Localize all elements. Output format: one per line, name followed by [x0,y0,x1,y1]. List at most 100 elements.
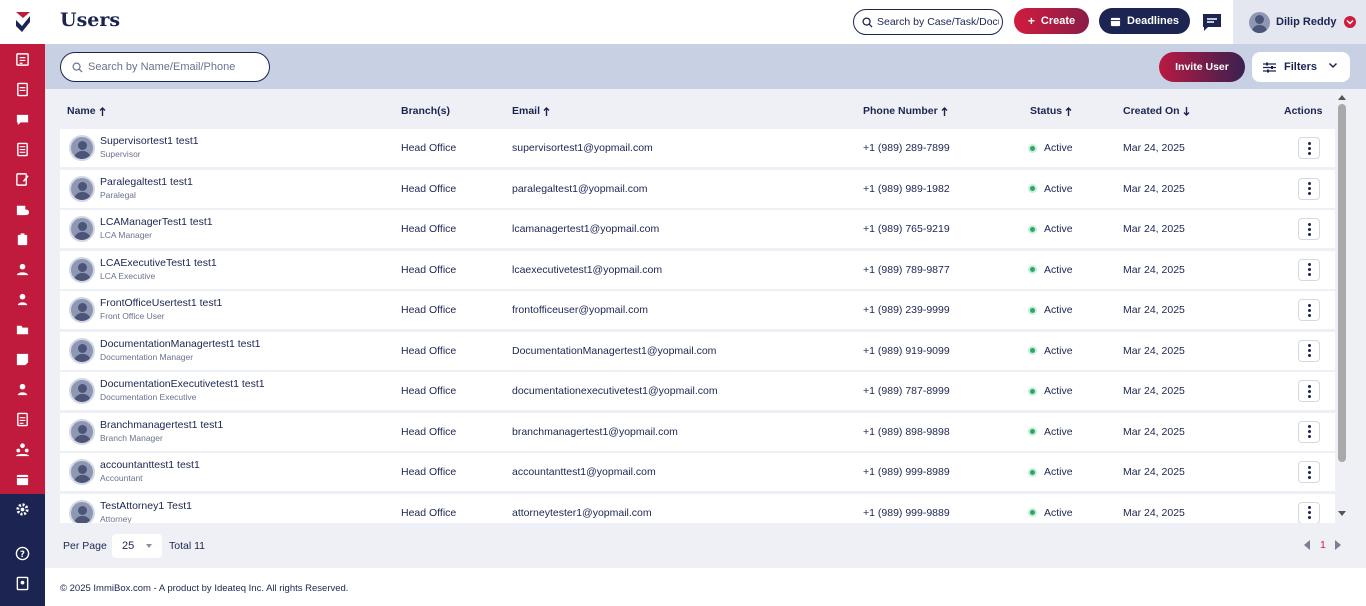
users-table: Name Branch(s) Email Phone Number Status… [45,89,1366,526]
status-badge: Active [1030,264,1073,276]
previous-page-icon[interactable] [1304,540,1310,550]
chevron-down-icon[interactable] [1344,16,1356,28]
user-created-on: Mar 24, 2025 [1123,182,1185,195]
sidebar-item-client[interactable] [0,254,45,284]
user-full-name[interactable]: DocumentationExecutivetest1 test1 [100,378,265,390]
user-full-name[interactable]: accountanttest1 test1 [100,459,200,471]
table-row[interactable]: Supervisortest1 test1 Supervisor Head Offi… [60,129,1335,167]
user-email: lcaexecutivetest1@yopmail.com [512,263,663,276]
row-actions-button[interactable] [1298,420,1320,443]
table-row[interactable]: DocumentationManagertest1 test1 Documenta… [60,331,1335,370]
user-full-name[interactable]: FrontOfficeUsertest1 test1 [100,297,222,309]
sidebar-item-calendar[interactable] [0,464,45,494]
sidebar-item-help[interactable]: ? [0,538,45,568]
kebab-menu-icon [1307,344,1311,347]
sidebar-item-folders[interactable] [0,314,45,344]
app-logo[interactable] [0,0,45,44]
create-button[interactable]: + Create [1014,8,1089,34]
reports-icon [17,412,28,426]
invite-user-button[interactable]: Invite User [1159,52,1245,82]
sidebar-item-reports[interactable] [0,404,45,434]
deadlines-button[interactable]: Deadlines [1099,8,1190,34]
user-full-name[interactable]: LCAManagerTest1 test1 [100,216,213,228]
row-actions-button[interactable] [1298,177,1320,200]
user-full-name[interactable]: DocumentationManagertest1 test1 [100,338,261,350]
tasks-icon [17,82,28,96]
global-search[interactable] [853,9,1003,35]
sidebar-item-documents[interactable] [0,134,45,164]
scroll-up-icon[interactable] [1338,95,1346,100]
user-branch: Head Office [401,506,457,519]
column-header-status[interactable]: Status [1030,105,1072,117]
sidebar-item-messages[interactable] [0,104,45,134]
column-header-name[interactable]: Name [67,105,106,117]
status-badge: Active [1030,507,1073,519]
avatar [69,216,95,242]
row-actions-button[interactable] [1298,501,1320,523]
sort-down-icon [1183,106,1190,116]
column-header-created[interactable]: Created On [1123,105,1190,117]
row-actions-button[interactable] [1298,299,1320,321]
user-full-name[interactable]: Paralegaltest1 test1 [100,176,193,188]
row-actions-button[interactable] [1298,137,1320,159]
sidebar-item-forms[interactable] [0,164,45,194]
user-created-on: Mar 24, 2025 [1123,263,1185,276]
user-full-name[interactable]: TestAttorney1 Test1 [100,500,192,512]
user-full-name[interactable]: Branchmanagertest1 test1 [100,419,223,431]
filters-button[interactable]: Filters [1252,52,1350,82]
clipboard-icon [17,232,28,245]
chat-button[interactable] [1201,11,1223,33]
sidebar-item-notes[interactable] [0,344,45,374]
user-menu[interactable]: Dilip Reddy [1233,0,1366,44]
sidebar-item-settings[interactable] [0,494,45,524]
global-search-input[interactable] [877,16,999,28]
sort-up-icon [99,106,106,116]
user-search[interactable] [60,52,270,82]
sidebar-item-clipboard[interactable] [0,224,45,254]
sidebar-item-tasks[interactable] [0,74,45,104]
row-actions-button[interactable] [1298,461,1320,483]
user-email: supervisortest1@yopmail.com [512,142,653,154]
table-row[interactable]: accountanttest1 test1 Accountant Head Offi… [60,453,1335,491]
table-row[interactable]: DocumentationExecutivetest1 test1 Documen… [60,372,1335,410]
avatar [69,499,95,523]
sidebar-item-users[interactable] [0,374,45,404]
column-header-phone[interactable]: Phone Number [863,105,948,117]
row-actions-button[interactable] [1298,258,1320,281]
table-row[interactable]: Paralegaltest1 test1 Paralegal Head Office… [60,169,1335,208]
user-full-name[interactable]: LCAExecutiveTest1 test1 [100,257,217,269]
user-full-name[interactable]: Supervisortest1 test1 [100,135,199,147]
user-role: Paralegal [100,189,136,200]
next-page-icon[interactable] [1335,540,1341,550]
scroll-thumb[interactable] [1338,104,1346,462]
user-branch: Head Office [401,304,457,316]
sort-up-icon [941,106,948,116]
table-scrollbar[interactable] [1336,89,1348,523]
user-email: accountanttest1@yopmail.com [512,466,656,478]
per-page-select[interactable]: 25 [112,534,162,558]
row-actions-button[interactable] [1298,339,1320,362]
sidebar-item-team[interactable] [0,434,45,464]
user-search-input[interactable] [88,61,258,73]
table-row[interactable]: FrontOfficeUsertest1 test1 Front Office U… [60,291,1335,329]
kebab-menu-icon [1307,222,1311,226]
sidebar-item-contacts[interactable] [0,284,45,314]
table-row[interactable]: TestAttorney1 Test1 Attorney Head Office at… [60,493,1335,523]
sidebar-item-guide[interactable] [0,568,45,598]
page-number-current[interactable]: 1 [1320,539,1326,551]
scroll-down-icon[interactable] [1338,511,1346,516]
column-header-email[interactable]: Email [512,105,550,117]
kebab-menu-icon [1307,263,1311,266]
row-actions-button[interactable] [1298,218,1320,240]
table-row[interactable]: Branchmanagertest1 test1 Branch Manager He… [60,412,1335,451]
table-row[interactable]: LCAExecutiveTest1 test1 LCA Executive Head… [60,250,1335,289]
table-row[interactable]: LCAManagerTest1 test1 LCA Manager Head Off… [60,210,1335,248]
user-name: Dilip Reddy [1276,16,1337,28]
status-text: Active [1044,425,1073,438]
team-icon [15,442,30,456]
sidebar-item-companies[interactable] [0,194,45,224]
status-dot-icon [1030,429,1035,435]
sidebar-item-cases[interactable] [0,44,45,74]
row-actions-button[interactable] [1298,380,1320,402]
chevron-down-icon [1328,62,1338,69]
